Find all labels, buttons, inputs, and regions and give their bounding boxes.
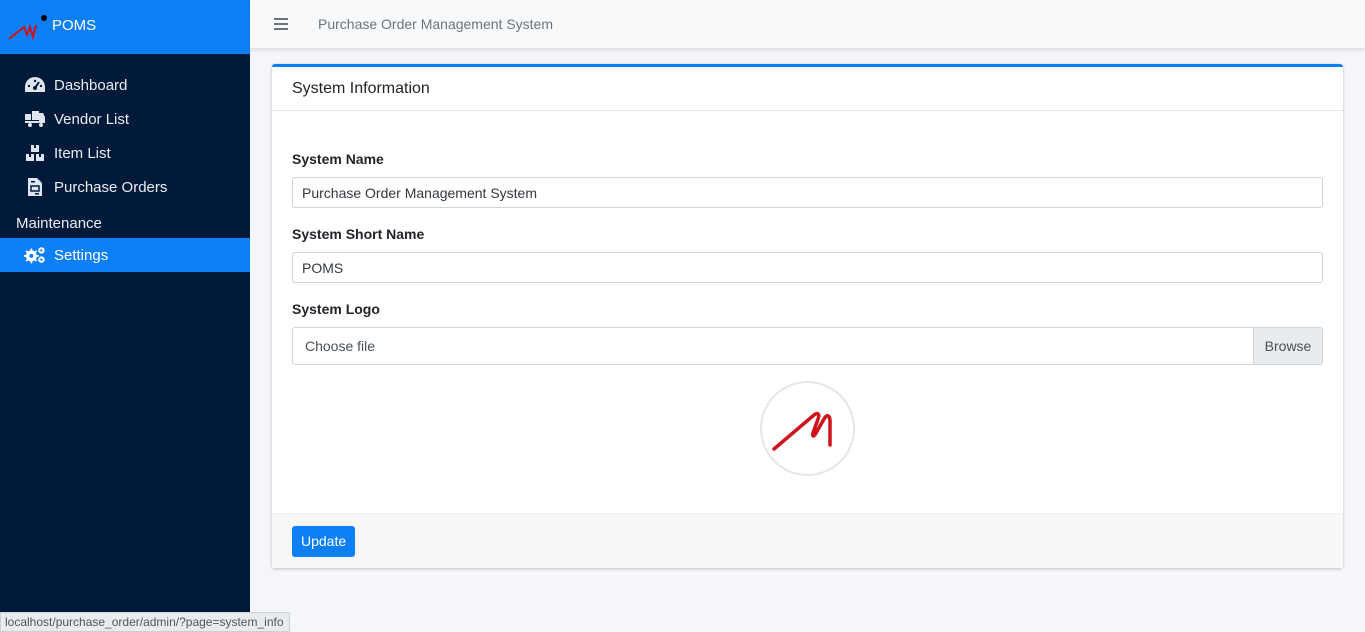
boxes-icon: [24, 142, 46, 164]
brand-name: POMS: [52, 16, 97, 34]
status-bar-url: localhost/purchase_order/admin/?page=sys…: [0, 612, 290, 632]
system-name-label: System Name: [292, 151, 384, 167]
sidebar-item-vendor-list[interactable]: Vendor List: [0, 102, 250, 136]
sidebar-item-label: Item List: [54, 144, 111, 162]
short-name-input[interactable]: POMS: [292, 252, 1323, 283]
sidebar-nav: Dashboard Vendor List Item List Purchase…: [0, 54, 250, 272]
menu-toggle-icon[interactable]: [274, 18, 288, 30]
sidebar-section-header: Maintenance: [16, 215, 102, 232]
card-footer: Update: [272, 513, 1343, 568]
card-title: System Information: [272, 67, 1343, 111]
system-logo-label: System Logo: [292, 301, 380, 317]
sidebar-item-purchase-orders[interactable]: Purchase Orders: [0, 170, 250, 204]
logo-preview-image: [760, 381, 855, 476]
sidebar-item-label: Vendor List: [54, 110, 130, 128]
sidebar-item-label: Dashboard: [54, 76, 128, 94]
sidebar: POMS Dashboard Vendor List Item List Pur…: [0, 0, 250, 632]
sidebar-item-dashboard[interactable]: Dashboard: [0, 68, 250, 102]
system-info-card: System Information System Name Purchase …: [272, 64, 1343, 568]
page-title: Purchase Order Management System: [318, 16, 553, 32]
cogs-icon: [24, 244, 46, 266]
dashboard-icon: [24, 74, 46, 96]
top-navbar: Purchase Order Management System: [250, 0, 1365, 48]
logo-preview: [292, 381, 1323, 476]
sidebar-item-label: Settings: [54, 246, 109, 264]
truck-icon: [24, 108, 46, 130]
sidebar-item-label: Purchase Orders: [54, 178, 168, 196]
system-name-input[interactable]: Purchase Order Management System: [292, 177, 1323, 208]
update-button[interactable]: Update: [292, 525, 356, 557]
file-invoice-icon: [24, 176, 46, 198]
short-name-label: System Short Name: [292, 226, 425, 242]
brand-link[interactable]: POMS: [0, 0, 250, 54]
file-input-label[interactable]: Choose file: [293, 328, 1253, 364]
browse-button[interactable]: Browse: [1253, 328, 1322, 364]
logo-file-input[interactable]: Choose file Browse: [292, 327, 1323, 365]
sidebar-item-settings[interactable]: Settings: [0, 238, 250, 272]
sidebar-item-item-list[interactable]: Item List: [0, 136, 250, 170]
card-body: System Name Purchase Order Management Sy…: [272, 111, 1343, 476]
brand-logo-icon: [8, 15, 47, 41]
